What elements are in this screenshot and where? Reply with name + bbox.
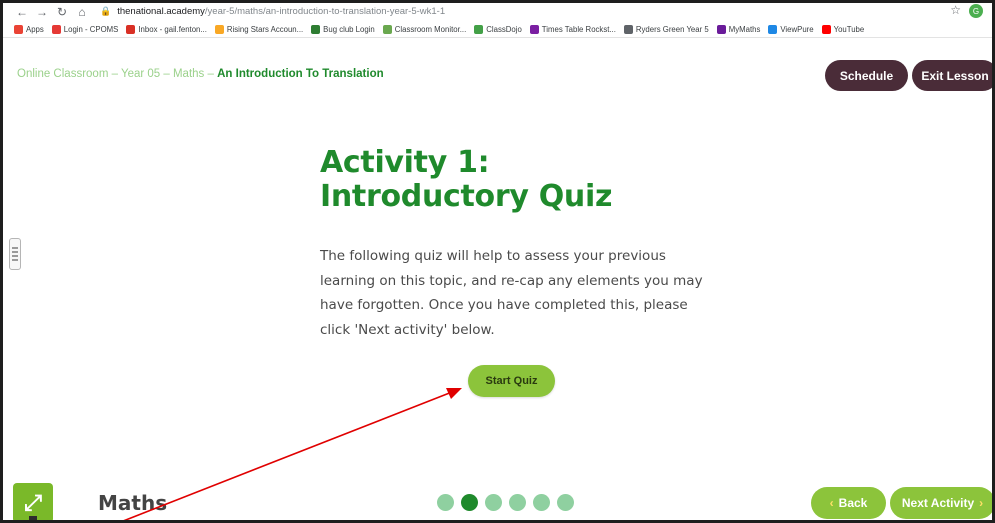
bookmark-label: ViewPure xyxy=(780,24,814,34)
reload-icon[interactable]: ↻ xyxy=(54,4,70,20)
bookmark-label: MyMaths xyxy=(728,24,761,34)
cpoms-icon xyxy=(51,24,61,34)
exit-lesson-button[interactable]: Exit Lesson xyxy=(912,60,995,91)
rising-stars-icon xyxy=(214,24,224,34)
bookmark-label: Times Table Rockst... xyxy=(541,24,616,34)
bookmark-item[interactable]: ClassDojo xyxy=(474,24,522,34)
chevron-left-icon: ‹ xyxy=(829,496,834,510)
bookmark-label: Apps xyxy=(26,24,44,34)
home-icon[interactable]: ⌂ xyxy=(74,4,90,20)
viewpure-icon xyxy=(768,24,778,34)
bookmark-item[interactable]: ViewPure xyxy=(768,24,814,34)
bookmark-label: Login - CPOMS xyxy=(63,24,119,34)
bookmark-label: Bug club Login xyxy=(323,24,375,34)
progress-dot[interactable] xyxy=(533,494,550,511)
progress-dot[interactable] xyxy=(461,494,478,511)
browser-chrome: ← → ↻ ⌂ 🔒 thenational.academy/year-5/mat… xyxy=(0,0,995,38)
bookmark-label: ClassDojo xyxy=(486,24,522,34)
bookmark-item[interactable]: Rising Stars Accoun... xyxy=(214,24,304,34)
activity-title-line-2: Introductory Quiz xyxy=(320,179,613,214)
progress-dot[interactable] xyxy=(509,494,526,511)
gmail-icon xyxy=(126,24,136,34)
breadcrumb-current: An Introduction To Translation xyxy=(217,68,384,80)
schedule-button[interactable]: Schedule xyxy=(825,60,908,91)
bookmark-item[interactable]: Inbox - gail.fenton... xyxy=(126,24,207,34)
profile-avatar[interactable]: G xyxy=(969,4,983,18)
bookmark-label: Rising Stars Accoun... xyxy=(226,24,304,34)
address-bar-row: ← → ↻ ⌂ 🔒 thenational.academy/year-5/mat… xyxy=(0,3,995,20)
next-activity-button[interactable]: Next Activity › xyxy=(890,487,995,519)
progress-dot[interactable] xyxy=(557,494,574,511)
address-url[interactable]: thenational.academy/year-5/maths/an-intr… xyxy=(117,6,445,17)
classroom-monitor-icon xyxy=(382,24,392,34)
breadcrumb: Online Classroom – Year 05 – Maths – An … xyxy=(17,68,384,80)
bookmark-item[interactable]: Times Table Rockst... xyxy=(529,24,616,34)
activity-title: Activity 1: Introductory Quiz xyxy=(320,146,720,214)
bookmark-item[interactable]: Classroom Monitor... xyxy=(382,24,467,34)
youtube-icon xyxy=(821,24,831,34)
side-panel-handle[interactable] xyxy=(9,238,21,270)
chevron-right-icon: › xyxy=(979,496,984,510)
annotation-arrow-head xyxy=(446,388,462,399)
bookmark-label: Inbox - gail.fenton... xyxy=(138,24,207,34)
bookmark-item[interactable]: Apps xyxy=(14,24,44,34)
bookmark-item[interactable]: Bug club Login xyxy=(311,24,375,34)
bookmark-label: Classroom Monitor... xyxy=(394,24,467,34)
ttrs-icon xyxy=(529,24,539,34)
bookmark-label: Ryders Green Year 5 xyxy=(635,24,709,34)
back-button[interactable]: ‹ Back xyxy=(811,487,886,519)
start-quiz-button[interactable]: Start Quiz xyxy=(468,365,555,397)
next-activity-label: Next Activity xyxy=(901,496,975,510)
bookmark-item[interactable]: MyMaths xyxy=(716,24,761,34)
back-button-label: Back xyxy=(838,496,868,510)
progress-dot[interactable] xyxy=(485,494,502,511)
bookmark-item[interactable]: Login - CPOMS xyxy=(51,24,119,34)
annotation-arrow-shaft xyxy=(117,391,453,523)
logo-base xyxy=(29,516,37,523)
forward-arrow-icon[interactable]: → xyxy=(34,4,50,20)
apps-grid-icon xyxy=(14,24,23,34)
globe-icon xyxy=(623,24,633,34)
classdojo-icon xyxy=(474,24,484,34)
bookmark-item[interactable]: Ryders Green Year 5 xyxy=(623,24,709,34)
lock-icon: 🔒 xyxy=(100,6,112,16)
bookmark-item[interactable]: YouTube xyxy=(821,24,865,34)
activity-intro: The following quiz will help to assess y… xyxy=(320,248,703,338)
subject-title: Maths xyxy=(98,491,168,515)
mymaths-icon xyxy=(716,24,726,34)
activity-progress-dots xyxy=(437,494,574,511)
progress-dot[interactable] xyxy=(437,494,454,511)
back-arrow-icon[interactable]: ← xyxy=(14,4,30,20)
breadcrumb-path[interactable]: Online Classroom – Year 05 – Maths – xyxy=(17,68,217,80)
bug-club-icon xyxy=(311,24,321,34)
bookmarks-bar: Apps Login - CPOMS Inbox - gail.fenton... R… xyxy=(0,21,995,37)
activity-title-line-1: Activity 1: xyxy=(320,145,490,180)
bookmark-star-icon[interactable]: ☆ xyxy=(950,3,961,17)
bookmark-label: YouTube xyxy=(833,24,865,34)
